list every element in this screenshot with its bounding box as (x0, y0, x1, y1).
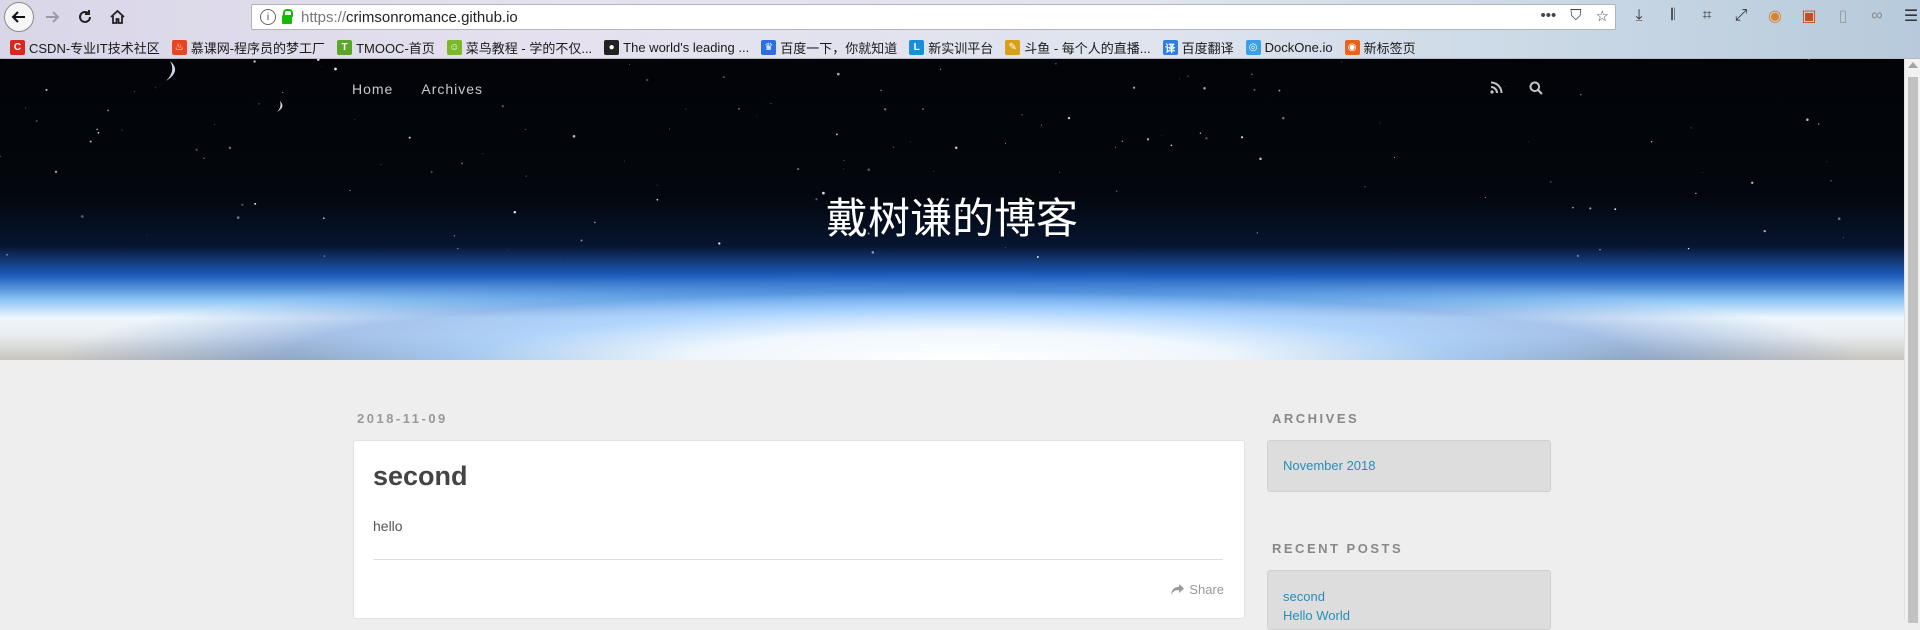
forward-button[interactable] (38, 3, 66, 31)
rss-icon[interactable] (1490, 81, 1503, 94)
bookmark-item[interactable]: ● The world's leading ... (604, 39, 750, 55)
post-divider (373, 559, 1223, 560)
baidu-icon: ♛ (761, 39, 777, 55)
url-actions: ••• ⛉ ☆ (1541, 7, 1609, 25)
post-title[interactable]: second (373, 461, 468, 492)
archives-box: November 2018 (1267, 440, 1551, 492)
library-icon[interactable]: 𝄃 (1662, 5, 1684, 27)
bookmark-item[interactable]: 译百度翻译 (1162, 38, 1234, 57)
url-host: crimsonromance.github.io (346, 8, 518, 26)
archive-link[interactable]: November 2018 (1283, 456, 1535, 475)
bookmark-item[interactable]: ☺ 菜鸟教程 - 学的不仅... (446, 38, 593, 57)
url-bar[interactable]: i https://crimsonromance.github.io ••• ⛉… (251, 4, 1616, 30)
dockone-icon: ◎ (1245, 39, 1261, 55)
lock-icon (282, 8, 293, 24)
url-protocol: https:// (301, 8, 347, 26)
bookmark-label: 斗鱼 - 每个人的直播... (1024, 40, 1151, 56)
post-card: second hello Share (353, 440, 1245, 619)
flame-icon: ♨ (171, 39, 187, 55)
bookmark-label: The world's leading ... (623, 39, 750, 55)
info-icon[interactable]: i (260, 9, 276, 25)
extension3-icon[interactable]: ▯ (1832, 5, 1854, 27)
bookmark-label: 新标签页 (1363, 40, 1416, 56)
page-scrollbar[interactable] (1904, 59, 1920, 623)
page-actions-icon[interactable]: ••• (1541, 7, 1557, 25)
bookmark-label: 菜鸟教程 - 学的不仅... (465, 40, 593, 56)
archives-heading: ARCHIVES (1272, 411, 1360, 426)
menu-icon[interactable]: ☰ (1900, 5, 1920, 27)
browser-toolbar: i https://crimsonromance.github.io ••• ⛉… (0, 0, 1920, 33)
download-icon[interactable]: ⤓ (1628, 5, 1650, 27)
bookmark-item[interactable]: L 新实训平台 (909, 38, 993, 57)
crop-icon[interactable]: ⌗ (1696, 5, 1718, 27)
home-button[interactable] (103, 3, 131, 31)
hero-banner: Home Archives 戴树谦的博客 (0, 59, 1904, 360)
recent-post-link[interactable]: second (1283, 587, 1535, 606)
home-icon (109, 9, 125, 24)
recent-posts-box: second Hello World (1267, 570, 1551, 630)
scroll-thumb[interactable] (1908, 77, 1918, 623)
toolbar-icons: ⤓ 𝄃 ⌗ ⤢ ◉ ▣ ▯ ∞ ☰ (1628, 5, 1920, 27)
post-body: hello (373, 518, 403, 534)
reload-icon (79, 10, 91, 23)
fullscreen-icon[interactable]: ⤢ (1730, 5, 1752, 27)
recent-posts-heading: RECENT POSTS (1272, 541, 1404, 556)
bookmark-item[interactable]: C CSDN-专业IT技术社区 (10, 38, 160, 57)
reload-button[interactable] (71, 3, 99, 31)
scroll-up-arrow-icon[interactable] (1908, 62, 1918, 68)
extension2-icon[interactable]: ▣ (1798, 5, 1820, 27)
extension-icon[interactable]: ◉ (1764, 5, 1786, 27)
url-text[interactable]: https://crimsonromance.github.io (301, 9, 518, 26)
translate-icon: 译 (1162, 39, 1178, 55)
douyu-icon: ✎ (1005, 39, 1021, 55)
csdn-icon: C (10, 39, 25, 55)
bookmark-item[interactable]: ◎ DockOne.io (1245, 39, 1333, 55)
bookmarks-bar: C CSDN-专业IT技术社区 ♨ 慕课网-程序员的梦工厂 T TMOOC-首页 ☺ 菜鸟教程… (0, 36, 1416, 58)
nav-home-link[interactable]: Home (352, 81, 393, 97)
pocket-icon[interactable]: ⛉ (1570, 7, 1581, 25)
bookmark-item[interactable]: ◉ 新标签页 (1344, 38, 1416, 57)
bookmark-label: TMOOC-首页 (356, 40, 435, 56)
bookmark-item[interactable]: T TMOOC-首页 (337, 38, 435, 57)
tmooc-icon: T (337, 39, 353, 55)
browser-chrome: i https://crimsonromance.github.io ••• ⛉… (0, 0, 1920, 59)
site-title: 戴树谦的博客 (825, 195, 1078, 242)
back-arrow-icon (11, 11, 25, 23)
bookmark-item[interactable]: ✎ 斗鱼 - 每个人的直播... (1005, 38, 1151, 57)
bookmark-label: CSDN-专业IT技术社区 (29, 40, 160, 56)
bookmark-label: 新实训平台 (928, 40, 994, 56)
firefox-icon: ◉ (1344, 39, 1360, 55)
site-nav-icons (1490, 81, 1543, 95)
bookmark-star-icon[interactable]: ☆ (1596, 7, 1609, 25)
bookmark-label: DockOne.io (1264, 39, 1333, 55)
share-icon (1171, 584, 1185, 595)
extension4-icon[interactable]: ∞ (1866, 5, 1888, 27)
back-button[interactable] (4, 2, 34, 32)
github-icon: ● (604, 39, 620, 55)
lab-icon: L (909, 39, 925, 55)
bookmark-item[interactable]: ♨ 慕课网-程序员的梦工厂 (171, 38, 326, 57)
share-label: Share (1189, 582, 1224, 597)
forward-arrow-icon (46, 11, 60, 23)
site-nav: Home Archives (352, 81, 483, 97)
recent-post-link[interactable]: Hello World (1283, 606, 1535, 625)
share-button[interactable]: Share (1171, 582, 1224, 597)
search-icon[interactable] (1529, 81, 1543, 95)
bookmark-label: 百度一下，你就知道 (780, 40, 898, 56)
post-date[interactable]: 2018-11-09 (357, 411, 448, 426)
bookmark-label: 百度翻译 (1181, 40, 1234, 56)
runoob-icon: ☺ (446, 39, 462, 55)
bookmark-item[interactable]: ♛ 百度一下，你就知道 (761, 38, 897, 57)
nav-archives-link[interactable]: Archives (421, 81, 483, 97)
bookmark-label: 慕课网-程序员的梦工厂 (190, 40, 326, 56)
